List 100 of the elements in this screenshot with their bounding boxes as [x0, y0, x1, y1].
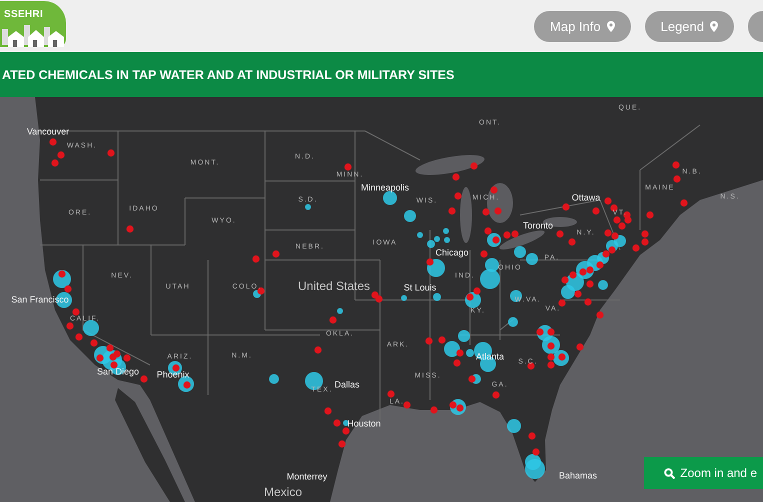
map-marker[interactable]	[468, 375, 476, 383]
zoom-button[interactable]: Zoom in and e	[644, 457, 763, 489]
map-marker[interactable]	[444, 341, 460, 357]
map-marker[interactable]	[480, 269, 500, 289]
map-marker[interactable]	[526, 253, 538, 265]
map-marker[interactable]	[618, 222, 626, 230]
map-marker[interactable]	[96, 354, 104, 362]
header-button[interactable]: Map Info	[534, 10, 631, 42]
map-marker[interactable]	[404, 210, 416, 222]
map-marker[interactable]	[480, 250, 488, 258]
map-marker[interactable]	[596, 261, 604, 269]
map-marker[interactable]	[598, 280, 608, 290]
map-marker[interactable]	[547, 342, 555, 350]
map-marker[interactable]	[51, 159, 59, 167]
map-marker[interactable]	[508, 317, 518, 327]
map-marker[interactable]	[433, 293, 441, 301]
map-marker[interactable]	[458, 330, 470, 342]
map-marker[interactable]	[482, 208, 490, 216]
map-marker[interactable]	[438, 336, 446, 344]
map-marker[interactable]	[456, 349, 464, 357]
map-marker[interactable]	[503, 231, 511, 239]
map-marker[interactable]	[604, 229, 612, 237]
map-marker[interactable]	[613, 216, 621, 224]
map-marker[interactable]	[525, 454, 541, 470]
map-marker[interactable]	[49, 138, 57, 146]
map-marker[interactable]	[561, 276, 569, 284]
map-marker[interactable]	[569, 271, 577, 279]
map-marker[interactable]	[568, 238, 576, 246]
map-marker[interactable]	[528, 432, 536, 440]
map-marker[interactable]	[576, 343, 584, 351]
logo[interactable]: SSEHRI	[0, 1, 66, 47]
map-marker[interactable]	[425, 337, 433, 345]
map-marker[interactable]	[592, 207, 600, 215]
map-marker[interactable]	[562, 203, 570, 211]
map-marker[interactable]	[375, 295, 383, 303]
map-marker[interactable]	[596, 311, 604, 319]
map-marker[interactable]	[434, 236, 440, 242]
map-marker[interactable]	[83, 320, 99, 336]
map-marker[interactable]	[527, 362, 535, 370]
map-marker[interactable]	[427, 259, 445, 277]
map-marker[interactable]	[90, 339, 98, 347]
map-marker[interactable]	[107, 149, 115, 157]
map-marker[interactable]	[338, 440, 346, 448]
map-marker[interactable]	[383, 191, 397, 205]
map-marker[interactable]	[492, 391, 500, 399]
map-marker[interactable]	[558, 353, 566, 361]
map-marker[interactable]	[123, 354, 131, 362]
map-marker[interactable]	[58, 270, 66, 278]
map-marker[interactable]	[64, 285, 72, 293]
map-marker[interactable]	[484, 227, 492, 235]
map-marker[interactable]	[269, 374, 279, 384]
map-marker[interactable]	[430, 406, 438, 414]
map-marker[interactable]	[680, 199, 688, 207]
map-marker[interactable]	[272, 250, 280, 258]
map-marker[interactable]	[443, 228, 449, 234]
map-marker[interactable]	[614, 235, 626, 247]
map-marker[interactable]	[536, 328, 544, 336]
map-marker[interactable]	[403, 401, 411, 409]
map-marker[interactable]	[113, 350, 121, 358]
map-marker[interactable]	[470, 162, 478, 170]
map-marker[interactable]	[547, 353, 555, 361]
map-marker[interactable]	[337, 308, 343, 314]
header-button[interactable]: Legend	[644, 10, 734, 42]
map-marker[interactable]	[343, 420, 349, 426]
map-marker[interactable]	[126, 225, 134, 233]
map-marker[interactable]	[75, 333, 83, 341]
map-marker[interactable]	[586, 280, 594, 288]
map-marker[interactable]	[494, 207, 502, 215]
map-marker[interactable]	[579, 268, 587, 276]
map-marker[interactable]	[57, 151, 65, 159]
map-marker[interactable]	[448, 207, 456, 215]
map-marker[interactable]	[611, 232, 619, 240]
map-marker[interactable]	[387, 390, 395, 398]
map-marker[interactable]	[547, 328, 555, 336]
map-marker[interactable]	[342, 427, 350, 435]
map-marker[interactable]	[641, 230, 649, 238]
map-marker[interactable]	[492, 236, 500, 244]
map-marker[interactable]	[324, 407, 332, 415]
map-marker[interactable]	[574, 290, 582, 298]
map-marker[interactable]	[444, 237, 450, 243]
map-marker[interactable]	[183, 381, 191, 389]
map-marker[interactable]	[66, 322, 74, 330]
map-marker[interactable]	[344, 163, 352, 171]
map-marker[interactable]	[252, 255, 260, 263]
map-marker[interactable]	[632, 244, 640, 252]
map-marker[interactable]	[586, 266, 594, 274]
map-marker[interactable]	[602, 250, 610, 258]
map-marker[interactable]	[547, 361, 555, 369]
map-marker[interactable]	[172, 364, 180, 372]
map-marker[interactable]	[329, 316, 337, 324]
map-marker[interactable]	[485, 258, 499, 272]
map-marker[interactable]	[453, 359, 461, 367]
map-marker[interactable]	[608, 246, 616, 254]
map-marker[interactable]	[333, 419, 341, 427]
map-marker[interactable]	[106, 344, 114, 352]
map-marker[interactable]	[314, 346, 322, 354]
map-marker[interactable]	[72, 308, 80, 316]
map-marker[interactable]	[646, 211, 654, 219]
map-marker[interactable]	[466, 349, 474, 357]
map-marker[interactable]	[305, 204, 311, 210]
